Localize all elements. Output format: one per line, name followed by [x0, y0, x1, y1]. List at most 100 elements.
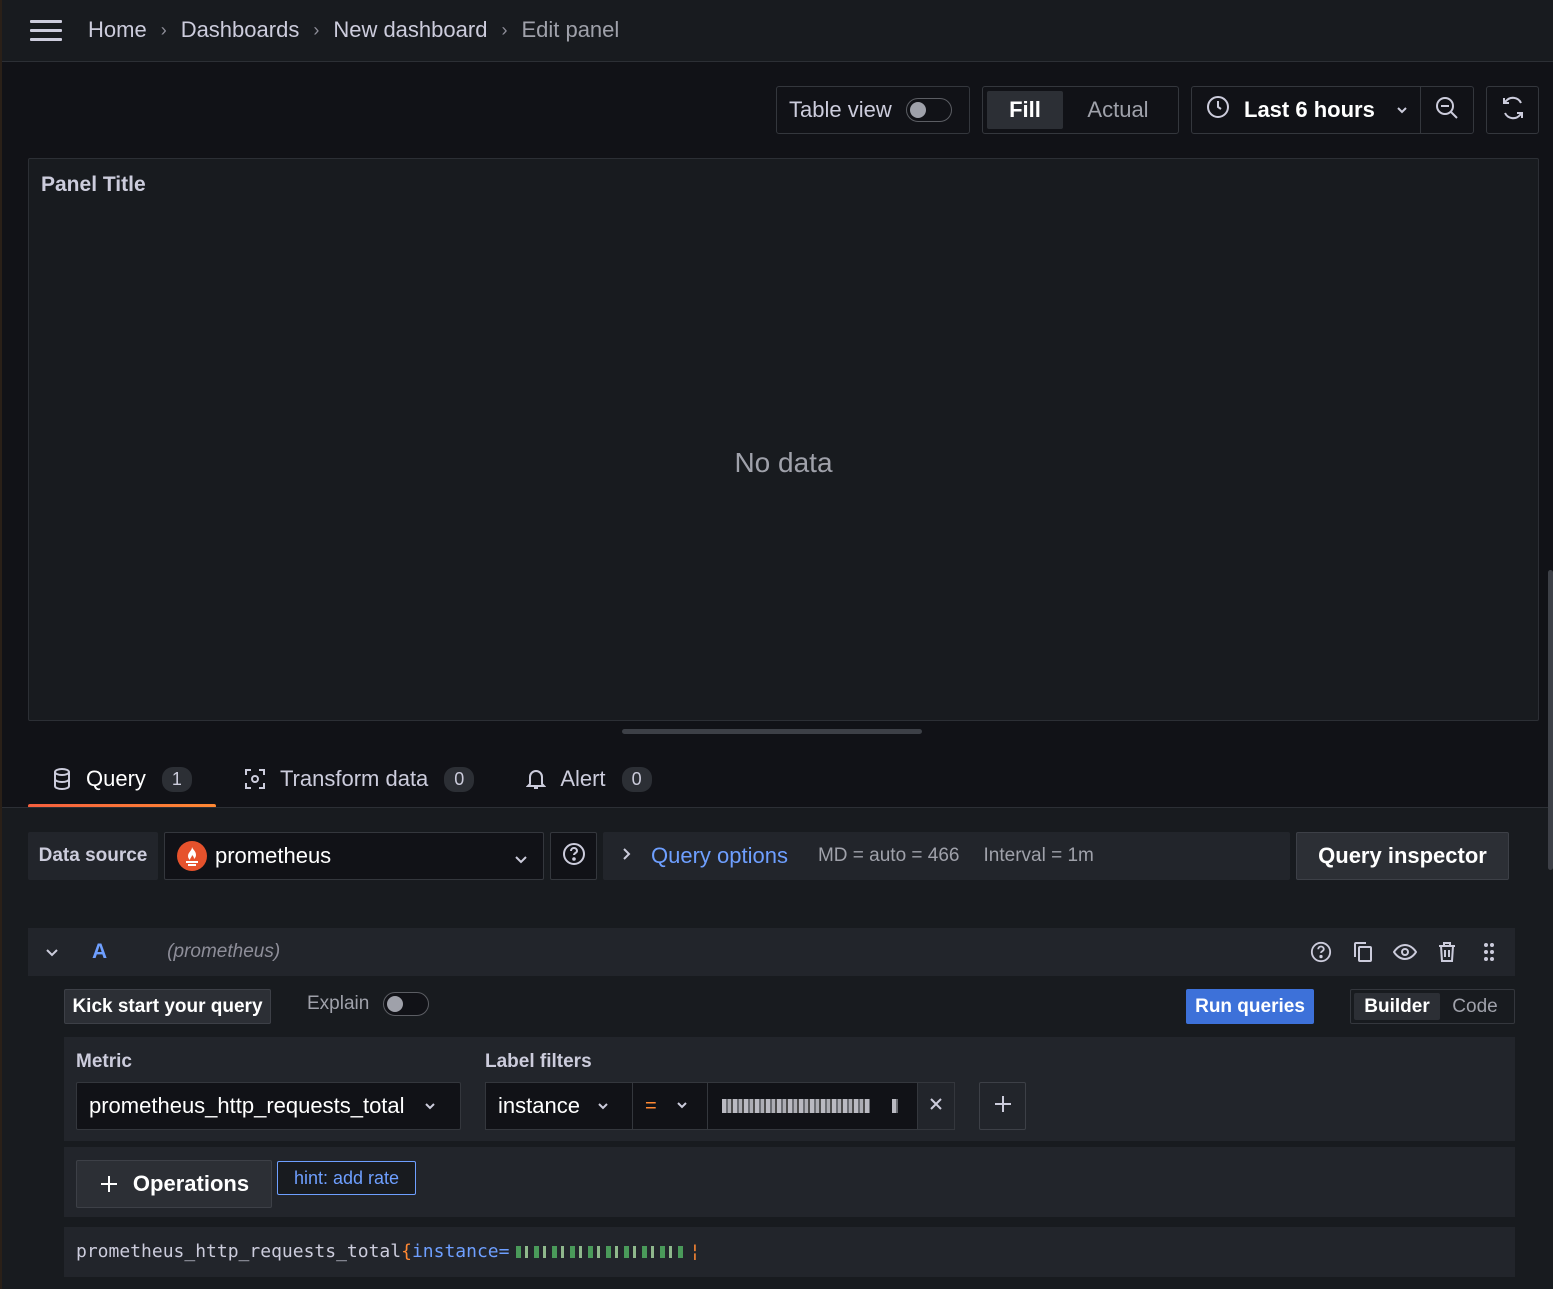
query-row-header: A (prometheus) [28, 928, 1515, 976]
help-icon[interactable] [1309, 940, 1333, 964]
zoom-out-icon [1434, 95, 1460, 126]
help-icon [562, 842, 586, 871]
fill-button[interactable]: Fill [987, 91, 1063, 129]
add-operation-button[interactable]: Operations [76, 1160, 272, 1208]
refresh-icon [1500, 95, 1526, 126]
chevron-down-icon [596, 1093, 610, 1119]
tab-alert-count: 0 [621, 766, 652, 792]
redacted-value [722, 1099, 870, 1113]
panel-preview: Panel Title No data [28, 158, 1539, 721]
explain-label: Explain [307, 993, 370, 1014]
query-ref-id[interactable]: A [92, 940, 107, 964]
chevron-down-icon [1395, 97, 1409, 123]
tab-transform[interactable]: Transform data 0 [220, 752, 498, 806]
explain-switch[interactable] [383, 992, 430, 1016]
eye-icon[interactable] [1393, 940, 1417, 964]
transform-icon [244, 768, 266, 790]
chevron-right-icon: › [313, 19, 320, 40]
plus-icon [99, 1174, 119, 1194]
add-label-filter-button[interactable] [979, 1082, 1026, 1130]
database-icon [52, 768, 72, 790]
zoom-out-button[interactable] [1421, 87, 1473, 133]
data-source-select[interactable]: prometheus [164, 832, 544, 880]
tab-query-label: Query [86, 766, 146, 791]
kick-start-query-button[interactable]: Kick start your query [64, 989, 271, 1024]
tab-transform-label: Transform data [279, 766, 429, 791]
chevron-right-icon: › [160, 19, 167, 40]
label-filter-key: instance [498, 1093, 580, 1118]
close-icon [928, 1096, 944, 1117]
plus-icon [993, 1094, 1013, 1119]
table-view-label: Table view [789, 97, 892, 122]
builder-mode-button[interactable]: Builder [1354, 993, 1440, 1020]
time-range-button[interactable]: Last 6 hours [1192, 87, 1422, 133]
redacted-value [892, 1099, 898, 1113]
duplicate-icon[interactable] [1351, 940, 1375, 964]
redacted-value [515, 1245, 686, 1258]
tab-query-count: 1 [161, 766, 192, 792]
fill-actual-switch: Fill Actual [982, 86, 1179, 134]
chevron-right-icon: › [501, 19, 508, 40]
chevron-right-icon [621, 845, 633, 867]
tab-query[interactable]: Query 1 [28, 752, 216, 808]
chevron-down-icon [513, 847, 529, 873]
preview-label: instance= [411, 1241, 510, 1262]
explain-toggle: Explain [307, 992, 430, 1016]
no-data-message: No data [734, 447, 833, 478]
table-view-switch[interactable] [905, 98, 952, 122]
query-options-label: Query options [651, 843, 788, 868]
page-scrollbar[interactable] [1548, 570, 1553, 870]
preview-metric: prometheus_http_requests_total [76, 1241, 402, 1262]
refresh-button[interactable] [1486, 86, 1539, 134]
time-picker: Last 6 hours [1191, 86, 1474, 134]
hint-add-rate-button[interactable]: hint: add rate [277, 1161, 416, 1195]
remove-label-filter-button[interactable] [917, 1082, 955, 1130]
label-filter-value-select[interactable] [707, 1082, 918, 1130]
query-row-actions [1309, 940, 1501, 964]
tab-alert-label: Alert [560, 766, 606, 791]
code-mode-button[interactable]: Code [1440, 993, 1510, 1020]
operations-label: Operations [132, 1171, 250, 1196]
interval-info: Interval = 1m [983, 845, 1094, 866]
metric-label: Metric [76, 1051, 132, 1072]
label-filter-operator: = [645, 1094, 657, 1117]
clock-icon [1206, 95, 1230, 125]
label-filters-label: Label filters [485, 1051, 592, 1072]
breadcrumb-dashboards[interactable]: Dashboards [181, 17, 300, 43]
breadcrumb-home[interactable]: Home [88, 17, 147, 43]
breadcrumb-current: Edit panel [521, 17, 620, 42]
tabs-divider [2, 807, 1553, 808]
actual-button[interactable]: Actual [1063, 91, 1173, 129]
drag-handle-icon[interactable] [1477, 940, 1501, 964]
editor-tabs: Query 1 Transform data 0 Alert 0 [28, 752, 680, 808]
query-inspector-button[interactable]: Query inspector [1296, 832, 1509, 880]
breadcrumb: Home › Dashboards › New dashboard › Edit… [88, 17, 619, 43]
tab-transform-count: 0 [444, 766, 475, 792]
editor-mode-switch: Builder Code [1350, 989, 1515, 1024]
label-filter-operator-select[interactable]: = [632, 1082, 708, 1130]
chevron-down-icon [423, 1093, 437, 1119]
query-preview-text: prometheus_http_requests_total{instance=… [76, 1241, 701, 1262]
breadcrumb-new-dashboard[interactable]: New dashboard [333, 17, 487, 43]
chevron-down-icon [675, 1095, 689, 1118]
trash-icon[interactable] [1435, 940, 1459, 964]
data-source-value: prometheus [215, 843, 332, 868]
query-options-toggle[interactable]: Query options MD = auto = 466 Interval =… [603, 832, 1290, 880]
metric-value: prometheus_http_requests_total [89, 1093, 405, 1118]
table-view-toggle[interactable]: Table view [776, 86, 970, 134]
preview-open-brace: { [401, 1241, 412, 1262]
metric-select[interactable]: prometheus_http_requests_total [76, 1082, 461, 1130]
panel-title[interactable]: Panel Title [41, 173, 146, 197]
data-source-label: Data source [28, 832, 158, 880]
tab-alert[interactable]: Alert 0 [502, 752, 675, 806]
menu-icon[interactable] [30, 20, 62, 42]
max-data-points-info: MD = auto = 466 [817, 845, 960, 866]
label-filter-key-select[interactable]: instance [485, 1082, 633, 1130]
panel-resize-handle[interactable] [622, 729, 922, 734]
query-row-datasource: (prometheus) [167, 941, 281, 962]
run-queries-button[interactable]: Run queries [1186, 989, 1314, 1024]
chevron-down-icon[interactable] [44, 944, 60, 960]
top-nav-bar: Home › Dashboards › New dashboard › Edit… [2, 0, 1553, 62]
bell-icon [526, 768, 547, 790]
data-source-help-button[interactable] [550, 832, 597, 880]
